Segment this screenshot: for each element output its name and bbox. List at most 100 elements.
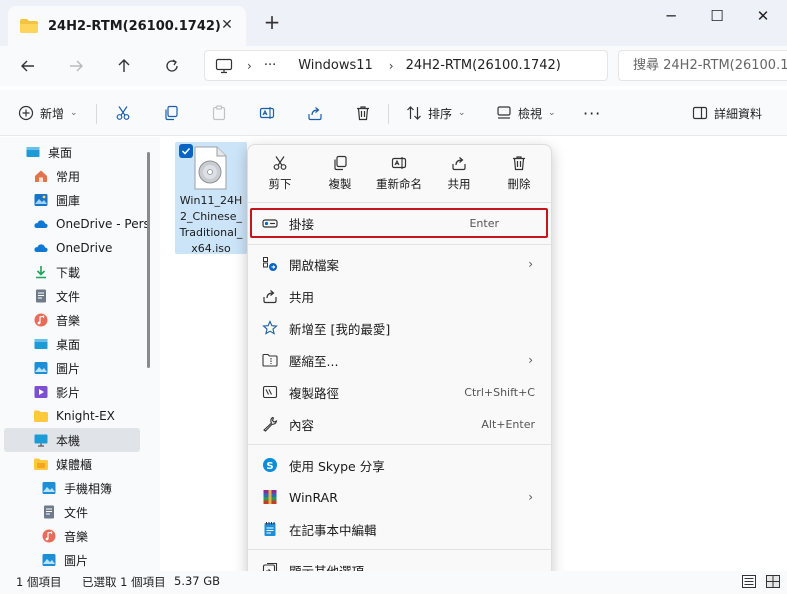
- menu-item-properties[interactable]: 內容 Alt+Enter: [252, 409, 547, 439]
- arrow-up-icon: [118, 59, 130, 72]
- delete-button[interactable]: [355, 101, 371, 125]
- up-button[interactable]: [112, 54, 136, 78]
- cut-action[interactable]: 剪下: [250, 155, 310, 197]
- onedrive-icon: [34, 244, 48, 252]
- nav-item-label: 圖片: [56, 361, 81, 376]
- pictures-icon: [42, 482, 56, 494]
- title-bar: 24H2-RTM(26100.1742) ✕ + ─ ☐ ✕: [0, 0, 787, 46]
- maximize-button[interactable]: ☐: [694, 0, 740, 32]
- nav-item-documents[interactable]: 文件: [34, 284, 178, 308]
- delete-action[interactable]: 刪除: [489, 155, 549, 197]
- tiles-view-icon[interactable]: [766, 575, 780, 588]
- nav-item-videos[interactable]: 影片: [34, 380, 178, 404]
- menu-item-copy-path[interactable]: 複製路徑 Ctrl+Shift+C: [252, 377, 547, 407]
- search-input[interactable]: 搜尋 24H2-RTM(26100.1742): [618, 50, 787, 81]
- nav-item-home[interactable]: 常用: [34, 164, 178, 188]
- breadcrumb-more[interactable]: ···: [264, 58, 276, 73]
- rename-icon: [259, 107, 275, 119]
- skype-icon: S: [263, 458, 277, 472]
- forward-button[interactable]: [64, 54, 88, 78]
- chevron-down-icon: ⌄: [70, 108, 78, 118]
- menu-item-shortcut: Ctrl+Shift+C: [464, 385, 535, 399]
- details-view-icon[interactable]: [742, 575, 756, 588]
- nav-item-desktop-2[interactable]: 桌面: [34, 332, 178, 356]
- chevron-right-icon: ›: [528, 490, 533, 504]
- address-input[interactable]: › ··· Windows11 › 24H2-RTM(26100.1742): [204, 50, 608, 81]
- menu-item-winrar[interactable]: WinRAR ›: [252, 482, 547, 512]
- nav-item-label: Knight-EX: [56, 409, 115, 423]
- paste-button[interactable]: [211, 101, 227, 125]
- details-pane-button[interactable]: 詳細資料: [692, 101, 762, 125]
- new-button[interactable]: 新增 ⌄: [18, 101, 78, 125]
- menu-divider: [248, 444, 551, 445]
- desktop-icon: [34, 339, 48, 349]
- status-item-count: 1 個項目: [16, 575, 62, 589]
- nav-item-gallery[interactable]: 圖庫: [34, 188, 178, 212]
- menu-item-label: 複製路徑: [289, 385, 340, 401]
- menu-item-skype-share[interactable]: S 使用 Skype 分享: [252, 450, 547, 480]
- back-button[interactable]: [16, 54, 40, 78]
- tab-close-icon[interactable]: ✕: [218, 16, 236, 34]
- nav-pane-scrollbar[interactable]: [147, 152, 150, 368]
- selection-checkbox[interactable]: [179, 144, 193, 158]
- new-tab-button[interactable]: +: [262, 12, 282, 32]
- nav-item-libraries[interactable]: 媒體櫃: [34, 452, 178, 476]
- menu-item-label: 在記事本中編輯: [289, 522, 377, 538]
- nav-item-onedrive[interactable]: OneDrive: [34, 236, 178, 260]
- breadcrumb-chevron-icon[interactable]: ›: [247, 59, 252, 73]
- share-icon: [263, 290, 277, 304]
- share-icon: [452, 157, 466, 171]
- close-button[interactable]: ✕: [740, 0, 786, 32]
- command-bar: 新增 ⌄ 排序 ⌄ 檢視 ⌄ ··· 詳細資料: [0, 90, 787, 136]
- onedrive-icon: [34, 220, 48, 228]
- new-button-label: 新增: [40, 106, 65, 121]
- nav-item-label: 音樂: [64, 529, 89, 544]
- status-bar: 1 個項目 已選取 1 個項目 5.37 GB: [0, 571, 787, 594]
- chevron-down-icon: ⌄: [458, 108, 466, 118]
- status-selected-count: 已選取 1 個項目: [82, 575, 166, 589]
- nav-item-music[interactable]: 音樂: [34, 308, 178, 332]
- nav-item-pictures[interactable]: 圖片: [34, 356, 178, 380]
- copy-button[interactable]: [163, 101, 179, 125]
- menu-item-edit-notepad[interactable]: 在記事本中編輯: [252, 514, 547, 544]
- nav-item-label: 桌面: [56, 337, 81, 352]
- breadcrumb-segment-windows11[interactable]: Windows11: [298, 58, 373, 73]
- nav-item-label: 下載: [56, 265, 81, 280]
- folder-icon: [34, 410, 48, 422]
- pictures-icon: [42, 554, 56, 566]
- menu-item-compress[interactable]: 壓縮至... ›: [252, 345, 547, 375]
- nav-item-downloads[interactable]: 下載: [34, 260, 178, 284]
- cut-button[interactable]: [115, 101, 131, 125]
- share-action[interactable]: 共用: [429, 155, 489, 197]
- more-commands-button[interactable]: ···: [583, 101, 601, 125]
- sort-button[interactable]: 排序 ⌄: [406, 101, 466, 125]
- rename-button[interactable]: [259, 101, 275, 125]
- music-icon: [34, 313, 48, 327]
- download-icon: [36, 266, 46, 279]
- copy-action-label: 複製: [328, 177, 352, 191]
- menu-divider: [248, 244, 551, 245]
- copy-action[interactable]: 複製: [310, 155, 370, 197]
- nav-item-label: 影片: [56, 385, 81, 400]
- refresh-button[interactable]: [160, 54, 184, 78]
- nav-item-onedrive-personal[interactable]: OneDrive - Pers: [34, 212, 178, 236]
- menu-item-open-with[interactable]: 開啟檔案 ›: [252, 249, 547, 279]
- open-with-icon: [263, 257, 277, 271]
- address-bar-row: › ··· Windows11 › 24H2-RTM(26100.1742) 搜…: [0, 46, 787, 86]
- menu-item-share[interactable]: 共用: [252, 281, 547, 311]
- nav-item-label: 本機: [56, 433, 81, 448]
- nav-item-this-pc[interactable]: 本機: [4, 428, 140, 452]
- breadcrumb-segment-current[interactable]: 24H2-RTM(26100.1742): [406, 58, 561, 73]
- tab-current-folder[interactable]: 24H2-RTM(26100.1742) ✕: [8, 6, 246, 46]
- rename-action[interactable]: 重新命名: [369, 155, 429, 197]
- details-pane-label: 詳細資料: [714, 106, 763, 121]
- menu-divider: [248, 202, 551, 203]
- videos-icon: [34, 386, 48, 398]
- minimize-button[interactable]: ─: [648, 0, 694, 32]
- menu-item-add-favorites[interactable]: 新增至 [我的最愛]: [252, 313, 547, 343]
- breadcrumb-chevron-icon[interactable]: ›: [389, 59, 394, 73]
- nav-item-knight-ex[interactable]: Knight-EX: [34, 404, 178, 428]
- view-button[interactable]: 檢視 ⌄: [496, 101, 556, 125]
- copy-icon: [165, 105, 178, 121]
- share-button[interactable]: [307, 101, 323, 125]
